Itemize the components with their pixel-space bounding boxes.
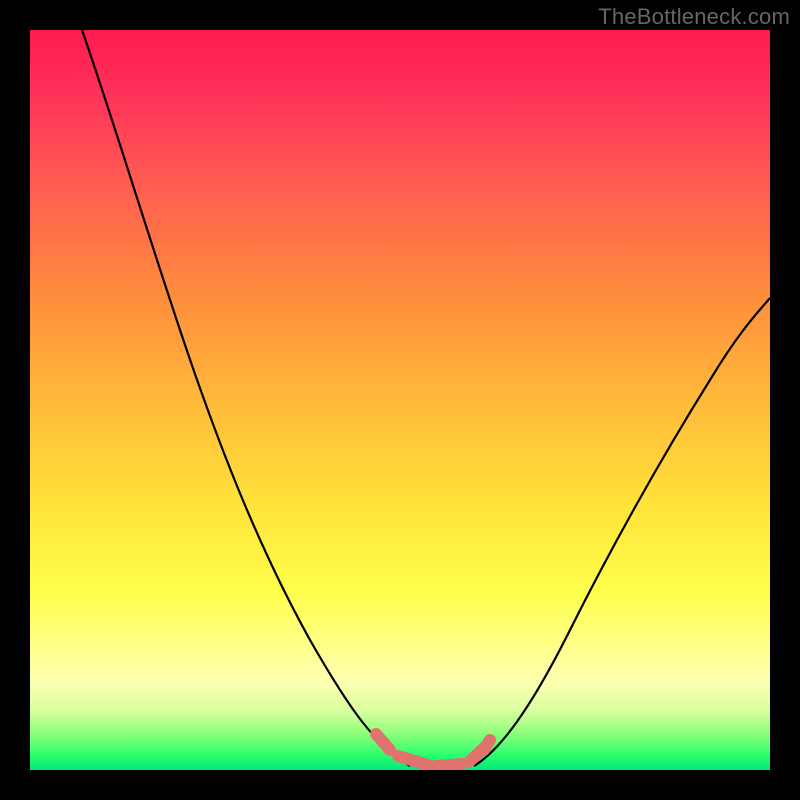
- left-curve: [82, 30, 410, 766]
- plot-area: [30, 30, 770, 770]
- chart-frame: TheBottleneck.com: [0, 0, 800, 800]
- right-curve: [474, 298, 770, 766]
- watermark-text: TheBottleneck.com: [598, 4, 790, 30]
- curve-layer: [30, 30, 770, 770]
- bottom-highlight: [376, 734, 490, 766]
